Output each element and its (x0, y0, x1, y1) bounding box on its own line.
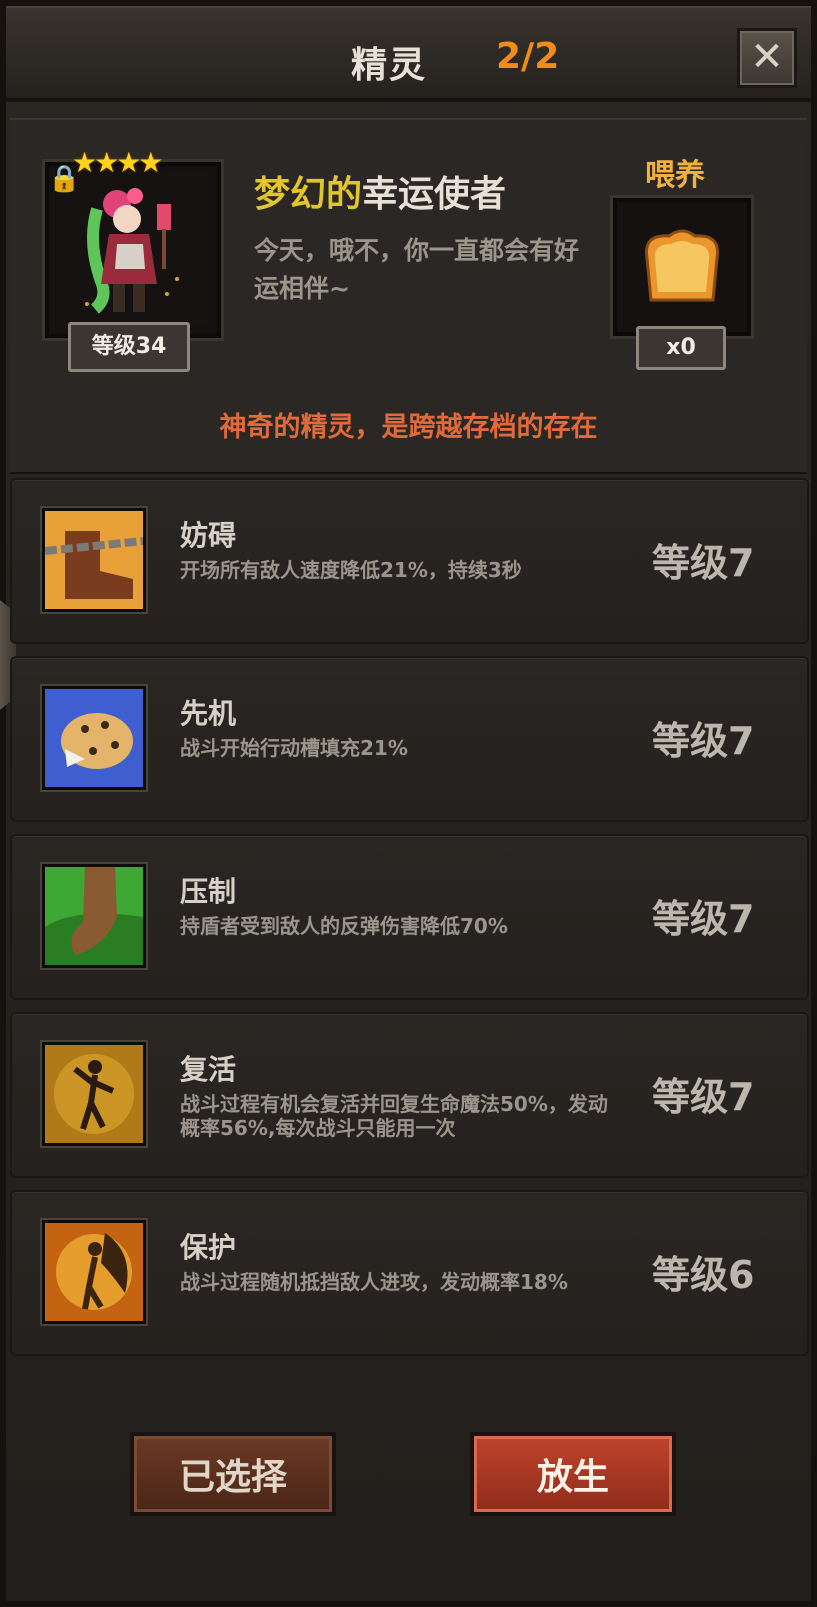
dancing-figure-icon (42, 1042, 146, 1146)
bread-icon (644, 229, 720, 302)
hero-level-badge: 等级34 (68, 322, 190, 372)
hero-panel: ★★★★ 🔒 等级34 梦幻的幸运使者 今天，哦不，你一直都会有好运相伴~ 喂养… (10, 118, 807, 474)
food-count: x0 (636, 326, 726, 370)
page-title: 精灵 (351, 45, 428, 86)
feed-item-slot[interactable] (613, 198, 751, 336)
close-icon: ✕ (750, 34, 784, 80)
skill-name: 先机 (180, 697, 237, 730)
skill-description: 开场所有敌人速度降低21%，持续3秒 (180, 558, 522, 582)
star-rating: ★★★★ (72, 146, 163, 179)
skill-row[interactable]: 先机 战斗开始行动槽填充21% 等级7 (10, 656, 809, 822)
sprite-character-icon (57, 174, 209, 326)
hero-description: 今天，哦不，你一直都会有好运相伴~ (254, 236, 580, 303)
close-button[interactable]: ✕ (737, 28, 797, 88)
feed-label: 喂养 (645, 158, 705, 193)
hero-name-main: 幸运使者 (362, 174, 507, 215)
release-button[interactable]: 放生 (470, 1432, 676, 1516)
skill-level: 等级6 (652, 1253, 755, 1297)
hero-name: 梦幻的幸运使者 (254, 165, 506, 217)
skill-description: 战斗过程有机会复活并回复生命魔法50%，发动概率56%,每次战斗只能用一次 (180, 1092, 608, 1140)
skill-row[interactable]: 妨碍 开场所有敌人速度降低21%，持续3秒 等级7 (10, 478, 809, 644)
skill-level: 等级7 (652, 1075, 755, 1119)
skill-description: 战斗开始行动槽填充21% (180, 736, 408, 760)
hero-note: 神奇的精灵，是跨越存档的存在 (219, 412, 598, 443)
fairy-icon (42, 1220, 146, 1324)
skill-row[interactable]: 保护 战斗过程随机抵挡敌人进攻，发动概率18% 等级6 (10, 1190, 809, 1356)
skill-level: 等级7 (652, 897, 755, 941)
skill-description: 持盾者受到敌人的反弹伤害降低70% (180, 914, 508, 938)
header-bar: 精灵 2/2 ✕ (6, 6, 811, 102)
lock-icon[interactable]: 🔒 (48, 164, 80, 194)
skill-name: 压制 (180, 875, 237, 908)
skill-description: 战斗过程随机抵挡敌人进攻，发动概率18% (180, 1270, 568, 1294)
chained-boot-icon (42, 508, 146, 612)
selected-button[interactable]: 已选择 (130, 1432, 336, 1516)
leopard-icon (42, 686, 146, 790)
skill-name: 复活 (180, 1053, 237, 1086)
hero-name-prefix: 梦幻的 (254, 174, 363, 215)
beast-claw-icon (42, 864, 146, 968)
skill-level: 等级7 (652, 541, 755, 585)
skill-level: 等级7 (652, 719, 755, 763)
skill-name: 保护 (180, 1231, 237, 1264)
skill-row[interactable]: 压制 持盾者受到敌人的反弹伤害降低70% 等级7 (10, 834, 809, 1000)
sprite-count: 2/2 (496, 36, 560, 77)
skill-row[interactable]: 复活 战斗过程有机会复活并回复生命魔法50%，发动概率56%,每次战斗只能用一次… (10, 1012, 809, 1178)
skill-name: 妨碍 (180, 519, 237, 552)
